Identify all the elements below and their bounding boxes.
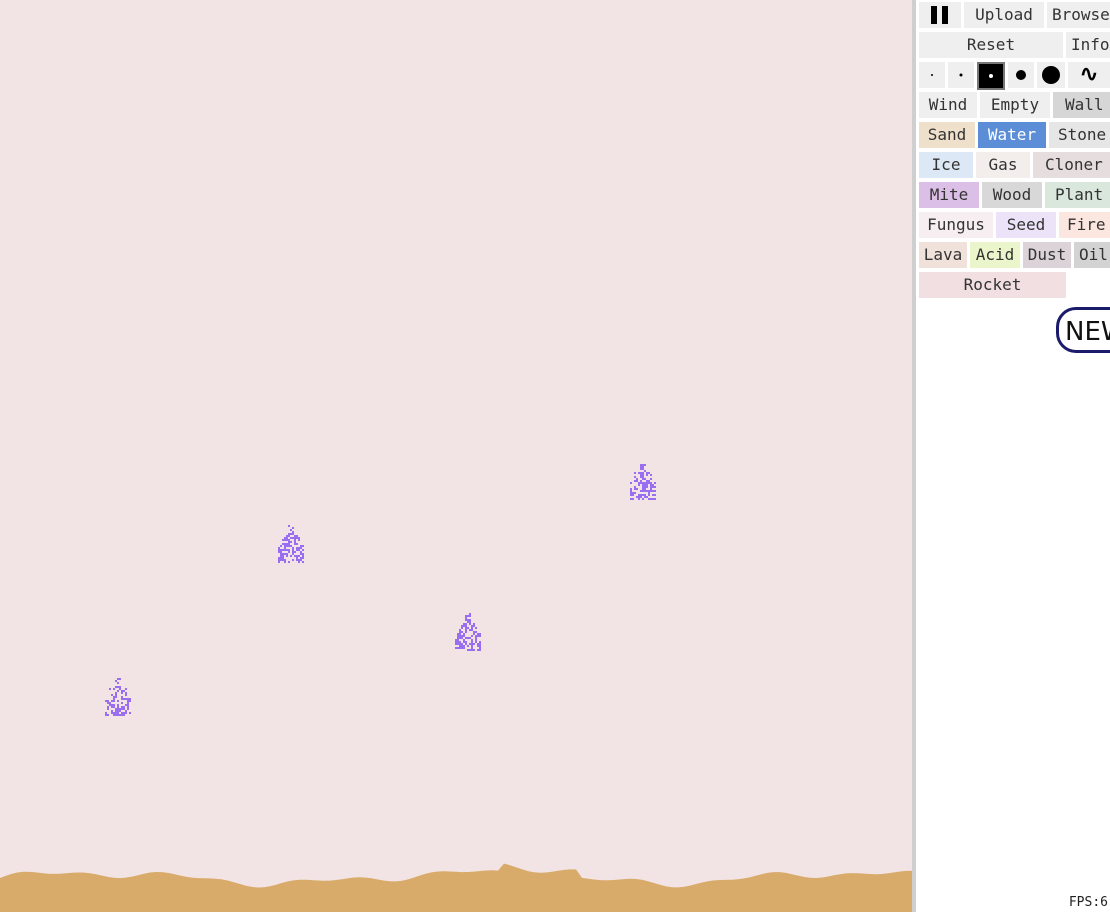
- fps-counter: FPS:6: [1066, 895, 1110, 910]
- element-plant[interactable]: Plant: [1045, 182, 1110, 208]
- water-cluster: [455, 613, 481, 651]
- brush-size-large[interactable]: [1008, 62, 1034, 88]
- brush-size-small[interactable]: [948, 62, 974, 88]
- water-cluster: [630, 464, 656, 500]
- element-empty[interactable]: Empty: [980, 92, 1050, 118]
- water-cluster: [105, 678, 131, 716]
- brush-size-tiny[interactable]: [919, 62, 945, 88]
- element-mite[interactable]: Mite: [919, 182, 979, 208]
- pause-icon: [931, 6, 949, 24]
- element-sand[interactable]: Sand: [919, 122, 975, 148]
- element-rocket[interactable]: Rocket: [919, 272, 1066, 298]
- water-cluster: [278, 525, 304, 563]
- pause-button[interactable]: [919, 2, 961, 28]
- info-button[interactable]: Info: [1066, 32, 1110, 58]
- reset-button[interactable]: Reset: [919, 32, 1063, 58]
- brush-dot-icon: [1042, 66, 1060, 84]
- element-stone[interactable]: Stone: [1049, 122, 1110, 148]
- element-fire[interactable]: Fire: [1059, 212, 1110, 238]
- element-dust[interactable]: Dust: [1023, 242, 1071, 268]
- browse-button[interactable]: Browse: [1047, 2, 1110, 28]
- brush-size-medium[interactable]: [977, 62, 1005, 90]
- element-fungus[interactable]: Fungus: [919, 212, 993, 238]
- brush-dot-icon: [931, 74, 933, 76]
- element-lava[interactable]: Lava: [919, 242, 967, 268]
- brush-wave-button[interactable]: ∿: [1068, 62, 1110, 88]
- brush-size-xlarge[interactable]: [1037, 62, 1065, 88]
- simulation-scene: [0, 464, 912, 912]
- element-water[interactable]: Water: [978, 122, 1046, 148]
- element-cloner[interactable]: Cloner: [1033, 152, 1110, 178]
- wave-icon: ∿: [1079, 62, 1099, 87]
- simulation-canvas[interactable]: [0, 0, 912, 912]
- element-gas[interactable]: Gas: [976, 152, 1030, 178]
- brush-dot-icon: [989, 74, 993, 78]
- upload-button[interactable]: Upload: [964, 2, 1044, 28]
- sand-dunes: [0, 863, 912, 912]
- element-ice[interactable]: Ice: [919, 152, 973, 178]
- element-seed[interactable]: Seed: [996, 212, 1056, 238]
- element-wall[interactable]: Wall: [1053, 92, 1110, 118]
- brush-dot-icon: [959, 73, 963, 77]
- element-wind[interactable]: Wind: [919, 92, 977, 118]
- element-acid[interactable]: Acid: [970, 242, 1020, 268]
- element-wood[interactable]: Wood: [982, 182, 1042, 208]
- control-panel: Upload Browse Reset Info ∿ Wind Empty Wa…: [916, 0, 1110, 912]
- new-badge: NEW: [1056, 307, 1110, 353]
- element-oil[interactable]: Oil: [1074, 242, 1110, 268]
- brush-dot-icon: [1016, 70, 1026, 80]
